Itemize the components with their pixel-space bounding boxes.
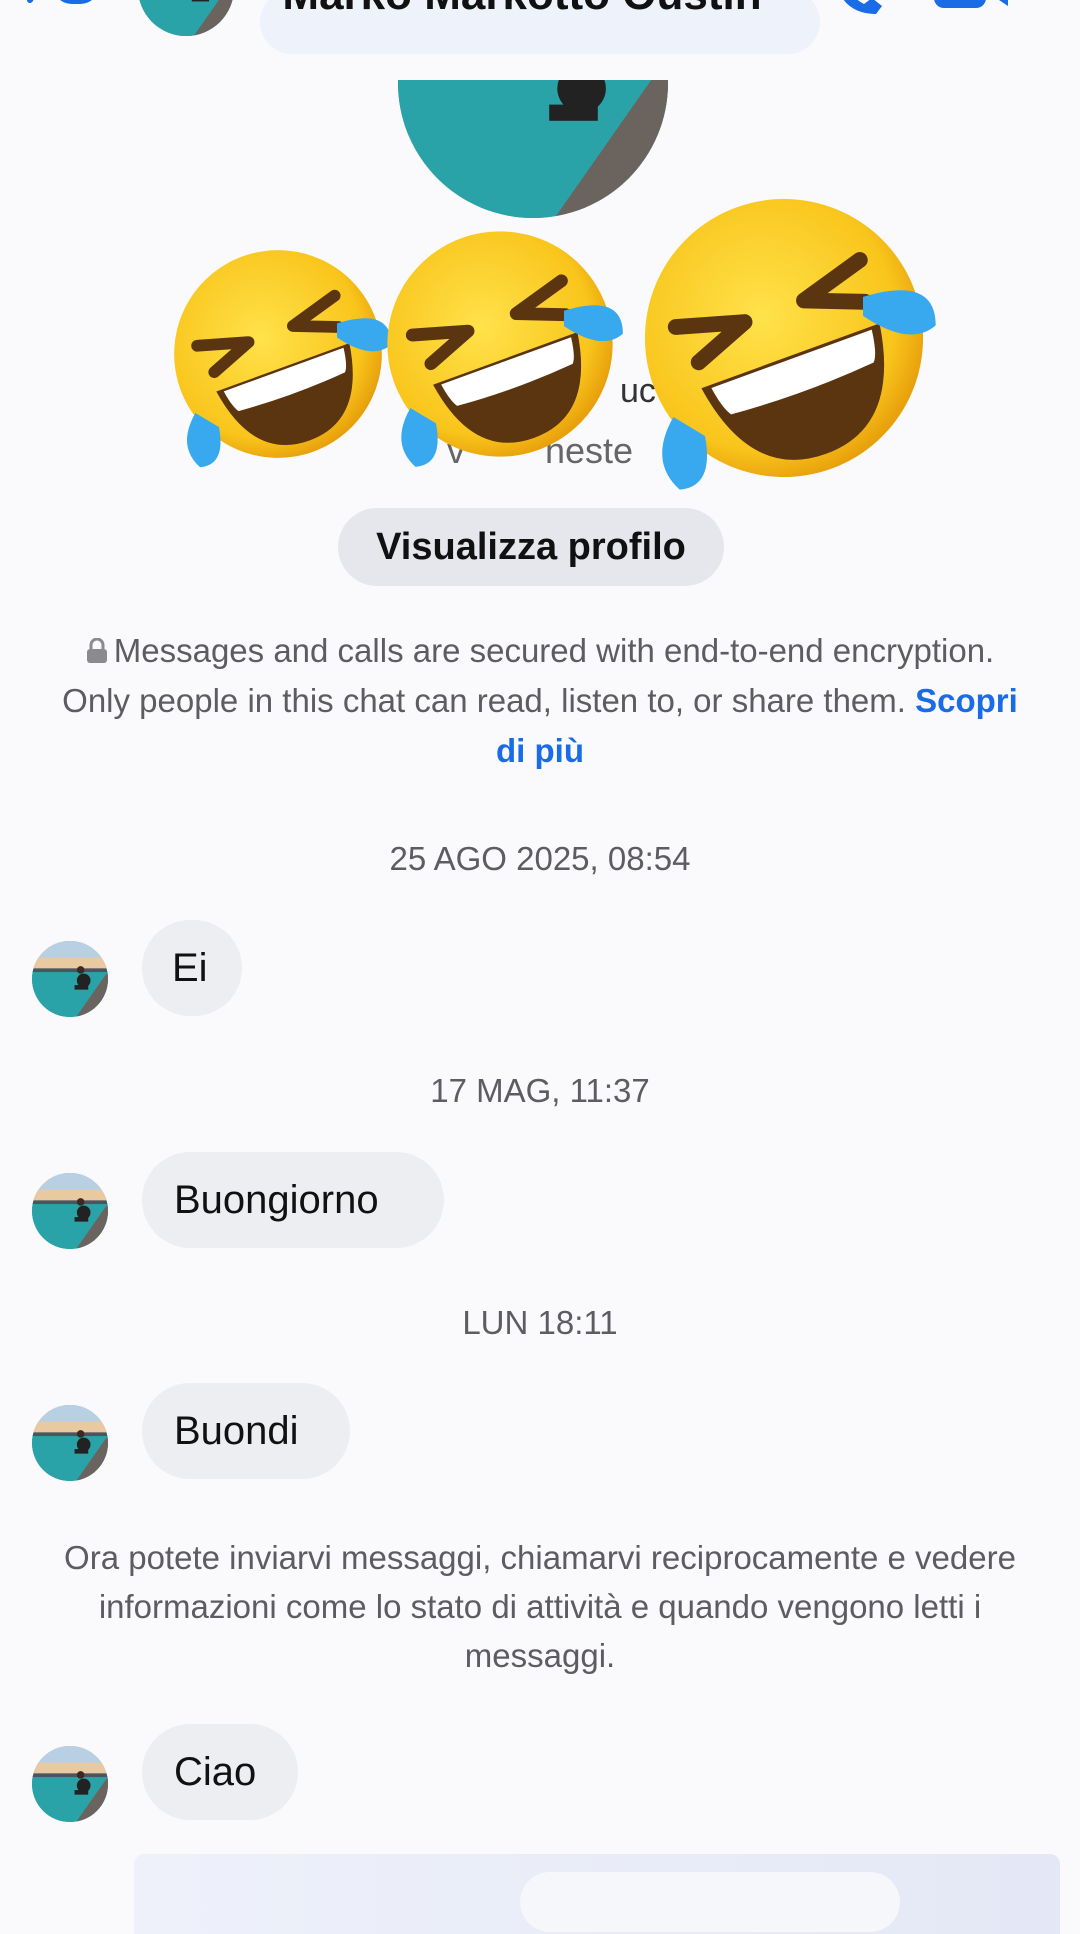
sender-avatar[interactable] — [32, 1746, 108, 1822]
rofl-emoji — [626, 180, 942, 496]
message-bubble[interactable]: Buongiorno — [142, 1152, 444, 1248]
back-icon[interactable] — [26, 0, 106, 10]
message-input[interactable] — [520, 1872, 900, 1932]
message-timestamp: 25 AGO 2025, 08:54 — [389, 840, 691, 877]
encryption-text: Messages and calls are secured with end-… — [62, 632, 995, 719]
call-icon[interactable] — [828, 0, 888, 20]
lock-icon — [86, 638, 107, 663]
encryption-notice: Messages and calls are secured with end-… — [52, 626, 1028, 776]
view-profile-button[interactable]: Visualizza profilo — [338, 508, 724, 586]
message-bubble[interactable]: Ciao — [142, 1724, 298, 1820]
sender-avatar[interactable] — [32, 1173, 108, 1249]
sender-avatar[interactable] — [32, 1405, 108, 1481]
message-bubble[interactable]: Ei — [142, 920, 242, 1016]
chat-header: Marko Markotto Oustin — [0, 0, 1080, 60]
system-note: Ora potete inviarvi messaggi, chiamarvi … — [64, 1539, 1016, 1674]
header-avatar[interactable] — [138, 0, 234, 36]
rofl-emoji — [160, 236, 396, 472]
video-call-icon[interactable] — [932, 0, 1012, 16]
rofl-emoji — [372, 216, 628, 472]
sender-avatar[interactable] — [32, 941, 108, 1017]
message-bubble[interactable]: Buondi — [142, 1383, 350, 1479]
contact-name[interactable]: Marko Markotto Oustin — [262, 0, 782, 20]
message-timestamp: LUN 18:11 — [462, 1304, 618, 1341]
message-timestamp: 17 MAG, 11:37 — [430, 1072, 650, 1109]
